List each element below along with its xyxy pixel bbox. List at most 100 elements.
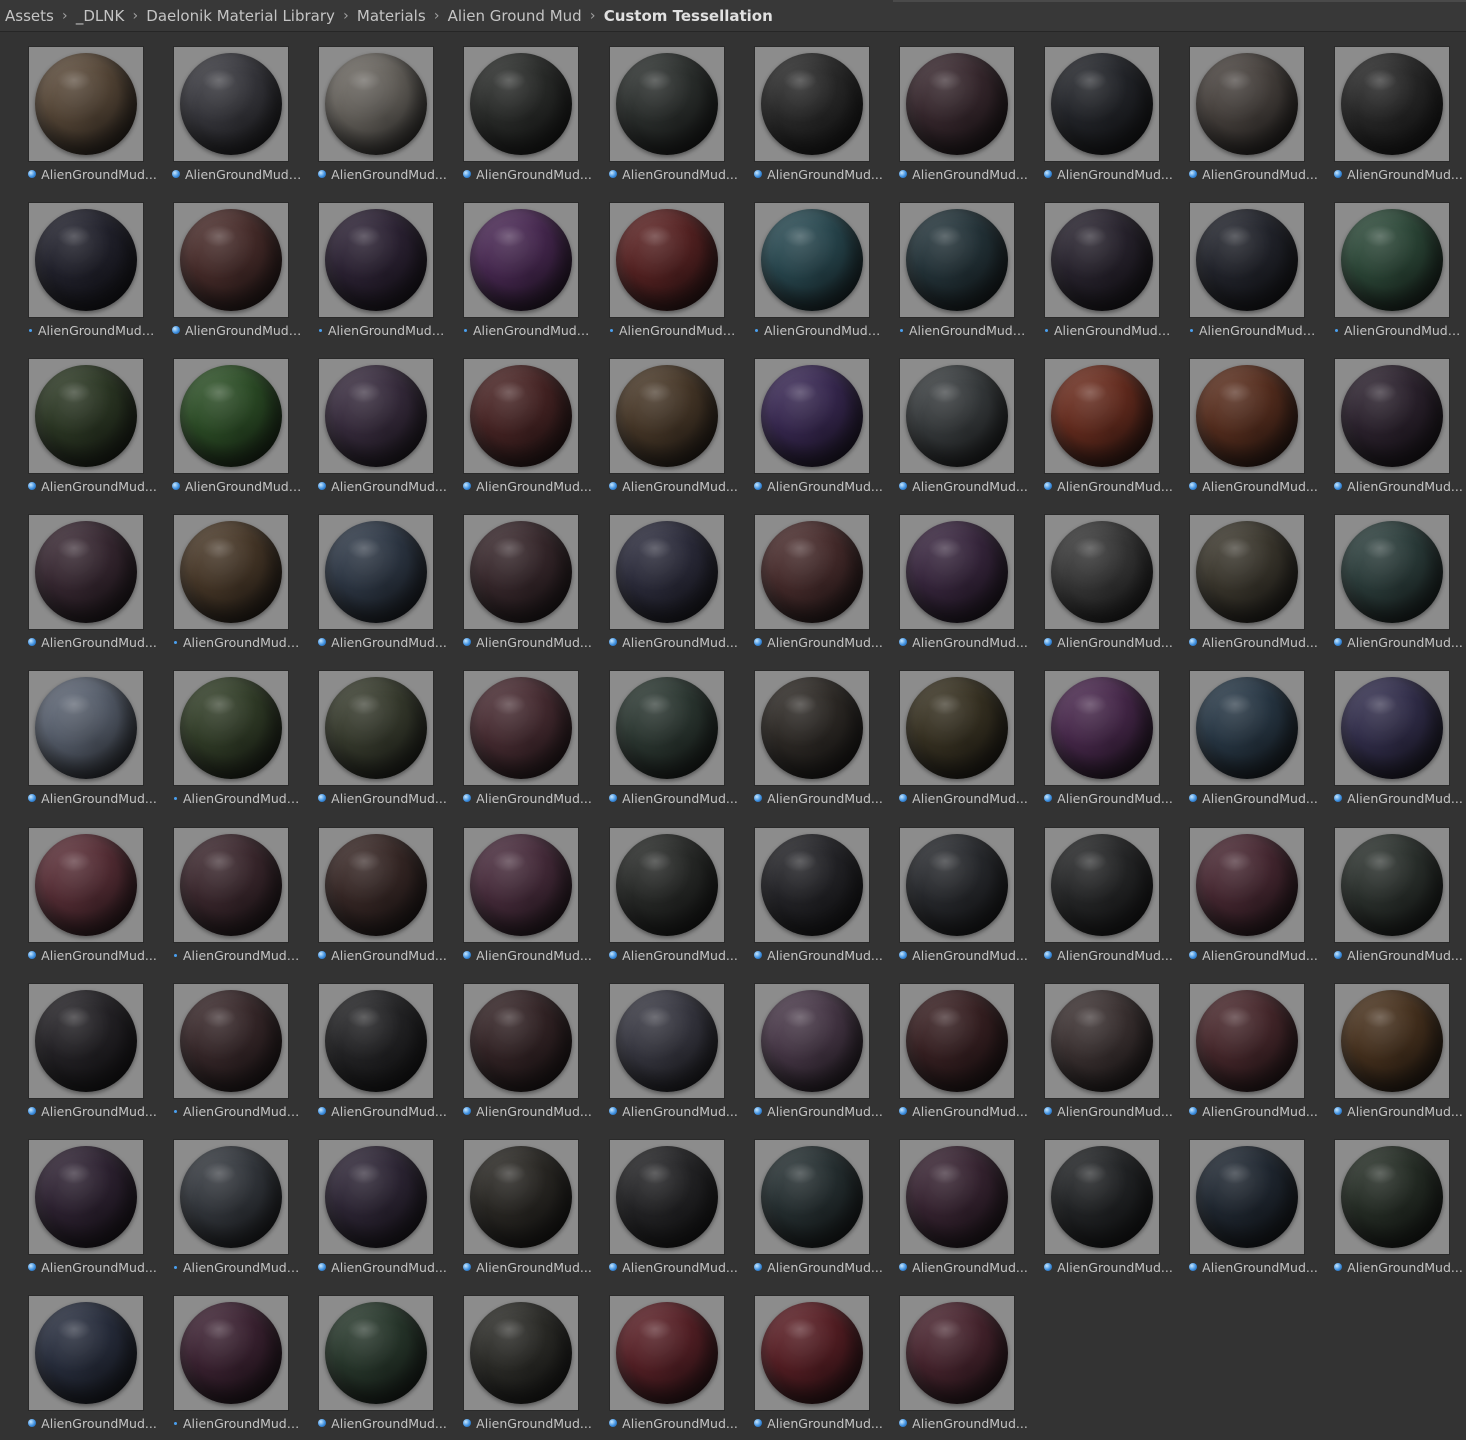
material-preview-thumbnail[interactable]: [754, 827, 870, 943]
material-preview-thumbnail[interactable]: [173, 202, 289, 318]
asset-label[interactable]: AlienGroundMud...: [1036, 634, 1181, 650]
material-preview-thumbnail[interactable]: [899, 358, 1015, 474]
asset-label[interactable]: AlienGroundMud...: [1326, 1259, 1466, 1275]
asset-label[interactable]: AlienGroundMud11: [165, 322, 310, 338]
material-preview-thumbnail[interactable]: [1044, 670, 1160, 786]
asset-label[interactable]: AlienGroundMud...: [891, 1103, 1036, 1119]
material-preview-thumbnail[interactable]: [754, 358, 870, 474]
asset-label[interactable]: AlienGroundMud...: [455, 1415, 600, 1431]
material-preview-thumbnail[interactable]: [609, 514, 725, 630]
asset-item[interactable]: AlienGroundMud71: [165, 1125, 310, 1275]
asset-label[interactable]: AlienGroundMud...: [746, 1415, 891, 1431]
asset-item[interactable]: AlienGroundMud...: [746, 969, 891, 1119]
asset-label[interactable]: AlienGroundMud...: [891, 166, 1036, 182]
material-preview-thumbnail[interactable]: [318, 202, 434, 318]
asset-label[interactable]: AlienGroundMud31: [165, 634, 310, 650]
material-preview-thumbnail[interactable]: [1189, 514, 1305, 630]
asset-label[interactable]: AlienGroundMud...: [310, 947, 455, 963]
asset-label[interactable]: AlienGroundMud...: [746, 634, 891, 650]
asset-label[interactable]: AlienGroundMud...: [746, 947, 891, 963]
asset-label[interactable]: AlienGroundMud...: [601, 947, 746, 963]
asset-item[interactable]: AlienGroundMud...: [455, 500, 600, 650]
asset-item[interactable]: AlienGroundMud...: [310, 344, 455, 494]
asset-label[interactable]: AlienGroundMud...: [1036, 790, 1181, 806]
asset-label[interactable]: AlienGroundMud...: [455, 790, 600, 806]
asset-item[interactable]: AlienGroundMud...: [891, 656, 1036, 806]
asset-label[interactable]: AlienGroundMud...: [1326, 790, 1466, 806]
asset-label[interactable]: AlienGroundMud...: [455, 1103, 600, 1119]
material-preview-thumbnail[interactable]: [754, 1139, 870, 1255]
asset-item[interactable]: AlienGroundMud...: [1036, 969, 1181, 1119]
asset-item[interactable]: AlienGroundMud...: [455, 969, 600, 1119]
asset-label[interactable]: AlienGroundMud...: [601, 1415, 746, 1431]
asset-label[interactable]: AlienGroundMud...: [601, 790, 746, 806]
material-preview-thumbnail[interactable]: [28, 827, 144, 943]
asset-label[interactable]: AlienGroundMud...: [891, 478, 1036, 494]
asset-label[interactable]: AlienGroundMud...: [1036, 478, 1181, 494]
asset-label[interactable]: AlienGroundMud...: [310, 166, 455, 182]
asset-item[interactable]: AlienGroundMud81: [165, 1281, 310, 1431]
breadcrumb-materials[interactable]: Materials: [357, 7, 426, 25]
asset-item[interactable]: AlienGroundMud...: [601, 656, 746, 806]
material-preview-thumbnail[interactable]: [463, 827, 579, 943]
asset-label[interactable]: AlienGroundMud...: [20, 1259, 165, 1275]
asset-item[interactable]: AlienGroundMud...: [746, 500, 891, 650]
asset-item[interactable]: AlienGroundMud...: [746, 1125, 891, 1275]
material-preview-thumbnail[interactable]: [463, 670, 579, 786]
material-preview-thumbnail[interactable]: [173, 46, 289, 162]
asset-item[interactable]: AlienGroundMud...: [455, 813, 600, 963]
material-preview-thumbnail[interactable]: [173, 983, 289, 1099]
material-preview-thumbnail[interactable]: [173, 358, 289, 474]
material-preview-thumbnail[interactable]: [173, 827, 289, 943]
asset-label[interactable]: AlienGroundMud17: [1036, 322, 1181, 338]
asset-label[interactable]: AlienGroundMud61: [165, 1103, 310, 1119]
asset-item[interactable]: AlienGroundMud14: [601, 188, 746, 338]
asset-label[interactable]: AlienGroundMud...: [1036, 1103, 1181, 1119]
material-preview-thumbnail[interactable]: [1334, 1139, 1450, 1255]
asset-label[interactable]: AlienGroundMud01: [165, 166, 310, 182]
asset-label[interactable]: AlienGroundMud81: [165, 1415, 310, 1431]
asset-label[interactable]: AlienGroundMud...: [310, 1103, 455, 1119]
asset-item[interactable]: AlienGroundMud...: [1181, 32, 1326, 182]
material-preview-thumbnail[interactable]: [463, 1139, 579, 1255]
asset-label[interactable]: AlienGroundMud16: [891, 322, 1036, 338]
asset-label[interactable]: AlienGroundMud...: [746, 1259, 891, 1275]
asset-item[interactable]: AlienGroundMud...: [1036, 656, 1181, 806]
asset-item[interactable]: AlienGroundMud...: [601, 500, 746, 650]
material-preview-thumbnail[interactable]: [1334, 358, 1450, 474]
material-preview-thumbnail[interactable]: [1189, 358, 1305, 474]
material-preview-thumbnail[interactable]: [609, 827, 725, 943]
asset-label[interactable]: AlienGroundMud...: [1181, 790, 1326, 806]
asset-item[interactable]: AlienGroundMud...: [891, 1125, 1036, 1275]
asset-item[interactable]: AlienGroundMud17: [1036, 188, 1181, 338]
material-preview-thumbnail[interactable]: [463, 1295, 579, 1411]
asset-item[interactable]: AlienGroundMud...: [310, 32, 455, 182]
asset-item[interactable]: AlienGroundMud...: [601, 1281, 746, 1431]
asset-item[interactable]: AlienGroundMud...: [891, 32, 1036, 182]
asset-label[interactable]: AlienGroundMud...: [20, 166, 165, 182]
asset-label[interactable]: AlienGroundMud...: [310, 790, 455, 806]
asset-label[interactable]: AlienGroundMud19: [1326, 322, 1466, 338]
material-preview-thumbnail[interactable]: [609, 983, 725, 1099]
material-preview-thumbnail[interactable]: [609, 46, 725, 162]
asset-item[interactable]: AlienGroundMud13: [455, 188, 600, 338]
material-preview-thumbnail[interactable]: [28, 514, 144, 630]
asset-label[interactable]: AlienGroundMud...: [310, 634, 455, 650]
material-preview-thumbnail[interactable]: [173, 1295, 289, 1411]
asset-item[interactable]: AlienGroundMud...: [20, 1281, 165, 1431]
material-preview-thumbnail[interactable]: [1334, 514, 1450, 630]
asset-item[interactable]: AlienGroundMud...: [455, 656, 600, 806]
material-preview-thumbnail[interactable]: [318, 670, 434, 786]
material-preview-thumbnail[interactable]: [899, 46, 1015, 162]
material-preview-thumbnail[interactable]: [1189, 983, 1305, 1099]
asset-item[interactable]: AlienGroundMud...: [20, 656, 165, 806]
asset-label[interactable]: AlienGroundMud...: [20, 634, 165, 650]
asset-label[interactable]: AlienGroundMud15: [746, 322, 891, 338]
material-preview-thumbnail[interactable]: [1189, 202, 1305, 318]
breadcrumb-dlnk[interactable]: _DLNK: [76, 7, 124, 25]
material-preview-thumbnail[interactable]: [899, 827, 1015, 943]
asset-item[interactable]: AlienGroundMud...: [455, 32, 600, 182]
asset-label[interactable]: AlienGroundMud10: [20, 322, 165, 338]
asset-label[interactable]: AlienGroundMud...: [310, 1259, 455, 1275]
material-preview-thumbnail[interactable]: [318, 46, 434, 162]
